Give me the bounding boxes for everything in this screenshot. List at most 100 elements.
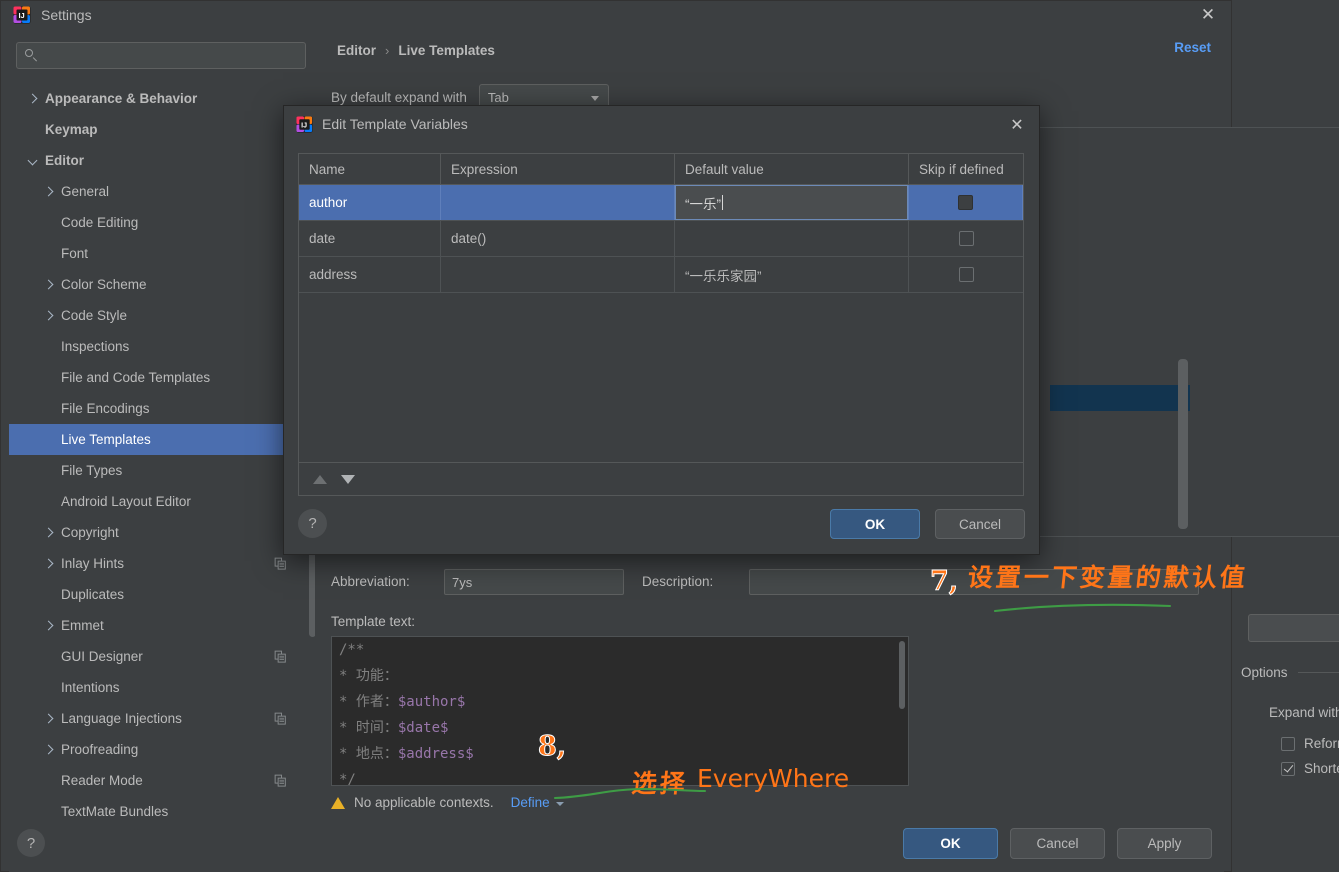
description-input[interactable] [749,569,1199,595]
dialog-title: Edit Template Variables [322,116,468,132]
sidebar-item-font[interactable]: Font [9,238,307,269]
chevron-right-icon[interactable] [43,620,54,631]
sidebar-item-code-editing[interactable]: Code Editing [9,207,307,238]
reformat-checkbox-row[interactable]: Reformat according to style [1241,736,1339,751]
help-button[interactable]: ? [17,829,45,857]
sidebar-item-copyright[interactable]: Copyright [9,517,307,548]
skip-if-defined-checkbox[interactable] [958,267,974,282]
abbreviation-input[interactable]: 7ys [444,569,624,595]
sidebar-item-proofreading[interactable]: Proofreading [9,734,307,765]
sidebar-item-language-injections[interactable]: Language Injections [9,703,307,734]
variable-name-cell[interactable]: author [299,185,441,220]
sidebar-item-android-layout-editor[interactable]: Android Layout Editor [9,486,307,517]
chevron-down-icon[interactable] [27,155,38,166]
description-label: Description: [642,574,714,589]
chevron-right-icon[interactable] [43,527,54,538]
sidebar-item-emmet[interactable]: Emmet [9,610,307,641]
chevron-right-icon[interactable] [43,186,54,197]
skip-if-defined-cell[interactable] [909,185,1023,220]
variable-expression-cell[interactable] [441,257,675,292]
triangle-up-icon[interactable] [313,474,327,484]
shorten-checkbox-row[interactable]: Shorten FQ names [1241,761,1339,776]
sidebar-item-intentions[interactable]: Intentions [9,672,307,703]
variable-name-cell[interactable]: address [299,257,441,292]
sidebar-item-inspections[interactable]: Inspections [9,331,307,362]
table-row[interactable]: author “一乐” [299,185,1023,221]
chevron-right-icon[interactable] [27,93,38,104]
template-text-line: * 功能： [339,668,398,684]
window-close-button[interactable]: ✕ [1185,1,1231,28]
sidebar-item-file-and-code-templates[interactable]: File and Code Templates [9,362,307,393]
sidebar-item-inlay-hints[interactable]: Inlay Hints [9,548,307,579]
skip-if-defined-cell[interactable] [909,257,1023,292]
sidebar-item-reader-mode[interactable]: Reader Mode [9,765,307,796]
column-header-default-value[interactable]: Default value [675,154,909,184]
sidebar-item-live-templates[interactable]: Live Templates [9,424,307,455]
template-text-line: /** [339,642,365,658]
cancel-button[interactable]: Cancel [1010,828,1105,859]
define-link[interactable]: Define [511,795,550,810]
settings-footer: ? OK Cancel Apply [9,816,1224,872]
footer-buttons: OK Cancel Apply [903,828,1212,859]
variable-default-value-cell[interactable] [675,221,909,256]
sidebar-item-editor[interactable]: Editor [9,145,307,176]
dialog-help-button[interactable]: ? [298,509,327,538]
sidebar-item-label: Reader Mode [61,773,143,788]
live-templates-selected-row[interactable] [1050,385,1190,411]
reformat-checkbox[interactable] [1281,736,1295,751]
settings-search-box[interactable] [16,42,306,69]
sidebar-item-general[interactable]: General [9,176,307,207]
chevron-right-icon[interactable] [43,279,54,290]
sidebar-item-gui-designer[interactable]: GUI Designer [9,641,307,672]
dialog-cancel-button[interactable]: Cancel [935,509,1025,539]
chevron-right-icon[interactable] [43,558,54,569]
triangle-down-icon[interactable] [341,474,355,484]
apply-button[interactable]: Apply [1117,828,1212,859]
live-templates-scrollbar-thumb[interactable] [1178,359,1188,529]
breadcrumb-root[interactable]: Editor [337,43,376,58]
skip-if-defined-checkbox[interactable] [958,195,973,210]
column-header-expression[interactable]: Expression [441,154,675,184]
edit-variables-button[interactable]: Edit variables [1248,614,1339,642]
sidebar-item-duplicates[interactable]: Duplicates [9,579,307,610]
variable-default-value-cell[interactable]: “一乐乐家园” [675,257,909,292]
sidebar-item-keymap[interactable]: Keymap [9,114,307,145]
sidebar-item-textmate-bundles[interactable]: TextMate Bundles [9,796,307,816]
sidebar-item-color-scheme[interactable]: Color Scheme [9,269,307,300]
shorten-fq-names-checkbox[interactable] [1281,761,1295,776]
variables-table-footer [298,463,1024,496]
search-input[interactable] [44,47,305,64]
template-text-editor[interactable]: /** * 功能： * 作者：$author$ * 时间：$date$ * 地点：$ad… [331,636,909,786]
table-row[interactable]: date date() [299,221,1023,257]
table-row[interactable]: address “一乐乐家园” [299,257,1023,293]
column-header-name[interactable]: Name [299,154,441,184]
chevron-down-icon [555,802,564,806]
warning-triangle-icon [331,796,345,809]
settings-sidebar: Appearance & Behavior Keymap Editor General… [9,29,315,816]
sidebar-item-label: Editor [45,153,84,168]
variables-table: Name Expression Default value Skip if defin… [298,153,1024,463]
dialog-ok-button[interactable]: OK [830,509,920,539]
sidebar-item-appearance-behavior[interactable]: Appearance & Behavior [9,83,307,114]
variable-name-cell[interactable]: date [299,221,441,256]
window-title: Settings [41,6,92,23]
template-editor-scrollbar-thumb[interactable] [899,641,905,709]
ok-button[interactable]: OK [903,828,998,859]
reset-link[interactable]: Reset [1174,40,1211,55]
variable-expression-cell[interactable]: date() [441,221,675,256]
sidebar-item-label: Keymap [45,122,98,137]
column-header-skip-if-defined[interactable]: Skip if defined [909,154,1023,184]
chevron-right-icon[interactable] [43,713,54,724]
chevron-right-icon[interactable] [43,310,54,321]
variable-default-value-cell[interactable]: “一乐” [675,185,909,220]
variable-expression-cell[interactable] [441,185,675,220]
dialog-close-button[interactable]: ✕ [1003,112,1031,138]
default-value-inline-editor[interactable]: “一乐” [675,185,908,220]
sidebar-item-code-style[interactable]: Code Style [9,300,307,331]
expand-with-label: Expand with [1269,704,1339,720]
skip-if-defined-cell[interactable] [909,221,1023,256]
sidebar-item-file-encodings[interactable]: File Encodings [9,393,307,424]
skip-if-defined-checkbox[interactable] [958,231,974,246]
chevron-right-icon[interactable] [43,744,54,755]
sidebar-item-file-types[interactable]: File Types [9,455,307,486]
